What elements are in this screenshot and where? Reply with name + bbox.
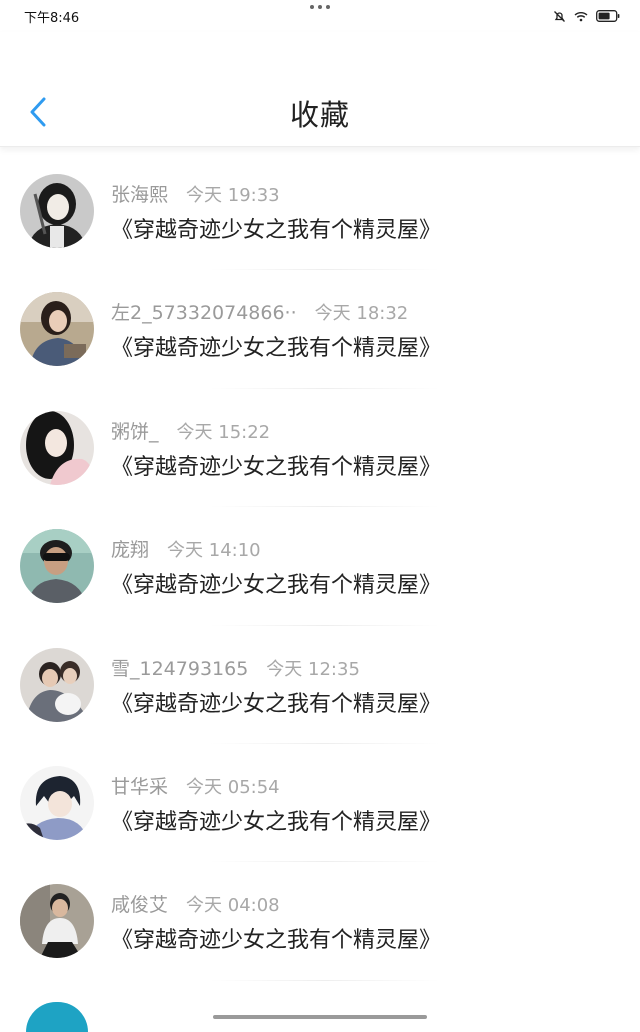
book-title[interactable]: 《穿越奇迹少女之我有个精灵屋》 — [111, 330, 441, 362]
status-icons — [553, 10, 620, 23]
user-name[interactable]: 张海熙 — [111, 180, 168, 207]
list-item[interactable]: 庞翔 今天 14:10 《穿越奇迹少女之我有个精灵屋》 — [0, 507, 640, 626]
user-name[interactable]: 庞翔 — [111, 535, 149, 562]
book-title[interactable]: 《穿越奇迹少女之我有个精灵屋》 — [111, 567, 441, 599]
wifi-icon — [574, 11, 588, 21]
timestamp: 今天 14:10 — [167, 540, 261, 562]
timestamp: 今天 04:08 — [186, 895, 280, 917]
status-bar: 下午8:46 — [0, 0, 640, 32]
avatar[interactable] — [20, 529, 94, 604]
timestamp: 今天 05:54 — [186, 776, 280, 798]
avatar[interactable] — [20, 410, 94, 485]
book-title[interactable]: 《穿越奇迹少女之我有个精灵屋》 — [111, 212, 441, 244]
more-dots-icon[interactable] — [310, 5, 330, 9]
timestamp: 今天 15:22 — [176, 421, 271, 443]
user-name[interactable]: 左2_57332074866·· — [111, 298, 297, 325]
avatar[interactable] — [26, 1002, 88, 1032]
item-meta: 雪_124793165 今天 12:35 — [111, 654, 360, 681]
favorites-list: 张海熙 今天 19:33 《穿越奇迹少女之我有个精灵屋》 左2_57332074… — [0, 152, 640, 981]
timestamp: 今天 18:32 — [314, 303, 409, 325]
list-item[interactable]: 咸俊艾 今天 04:08 《穿越奇迹少女之我有个精灵屋》 — [0, 862, 640, 981]
battery-icon — [596, 10, 620, 22]
item-meta: 甘华采 今天 05:54 — [111, 772, 280, 799]
avatar[interactable] — [20, 765, 94, 840]
home-indicator[interactable] — [213, 1015, 427, 1019]
list-item[interactable]: 粥饼_ 今天 15:22 《穿越奇迹少女之我有个精灵屋》 — [0, 389, 640, 508]
mute-bell-icon — [554, 10, 565, 22]
status-time: 下午8:46 — [24, 10, 80, 26]
avatar[interactable] — [20, 884, 94, 959]
list-item[interactable]: 雪_124793165 今天 12:35 《穿越奇迹少女之我有个精灵屋》 — [0, 626, 640, 744]
nav-bar: 收藏 — [0, 32, 640, 147]
avatar[interactable] — [20, 292, 94, 367]
user-name[interactable]: 粥饼_ — [111, 417, 159, 444]
item-meta: 庞翔 今天 14:10 — [111, 535, 261, 562]
timestamp: 今天 19:33 — [186, 185, 280, 206]
list-item[interactable]: 左2_57332074866·· 今天 18:32 《穿越奇迹少女之我有个精灵屋… — [0, 270, 640, 389]
list-item[interactable]: 甘华采 今天 05:54 《穿越奇迹少女之我有个精灵屋》 — [0, 744, 640, 863]
user-name[interactable]: 甘华采 — [111, 772, 168, 799]
item-meta: 咸俊艾 今天 04:08 — [111, 890, 280, 917]
divider — [210, 979, 440, 981]
book-title[interactable]: 《穿越奇迹少女之我有个精灵屋》 — [111, 686, 441, 718]
user-name[interactable]: 咸俊艾 — [111, 890, 168, 917]
page-title: 收藏 — [289, 98, 350, 132]
book-title[interactable]: 《穿越奇迹少女之我有个精灵屋》 — [111, 922, 441, 954]
avatar[interactable] — [20, 647, 94, 722]
book-title[interactable]: 《穿越奇迹少女之我有个精灵屋》 — [111, 449, 441, 481]
item-meta: 左2_57332074866·· 今天 18:32 — [111, 298, 408, 325]
user-name[interactable]: 雪_124793165 — [111, 654, 248, 681]
item-meta: 张海熙 今天 19:33 — [111, 180, 280, 207]
item-meta: 粥饼_ 今天 15:22 — [111, 417, 270, 444]
list-item[interactable]: 张海熙 今天 19:33 《穿越奇迹少女之我有个精灵屋》 — [0, 152, 640, 271]
timestamp: 今天 12:35 — [266, 658, 360, 680]
avatar[interactable] — [20, 174, 94, 248]
book-title[interactable]: 《穿越奇迹少女之我有个精灵屋》 — [111, 804, 441, 836]
